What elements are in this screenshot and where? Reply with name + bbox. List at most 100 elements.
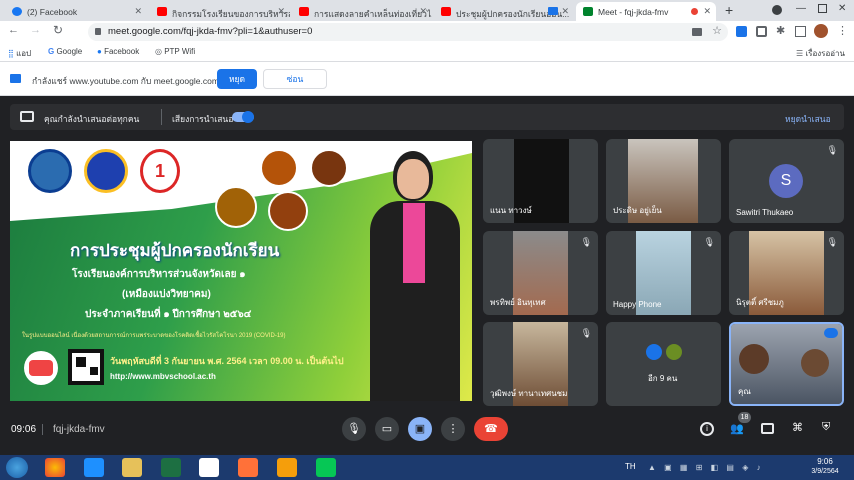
extension-icon-2[interactable] [756,26,767,37]
url-text: meet.google.com/fqj-jkda-fmv?pli=1&authu… [108,26,313,37]
bookmark-label: PTP Wifi [164,47,196,56]
present-button[interactable]: ▣ [408,417,432,441]
toolbar: ← → ↻ meet.google.com/fqj-jkda-fmv?pli=1… [0,21,854,43]
self-view-tile[interactable]: คุณ [729,322,844,406]
camera-in-use-icon[interactable] [692,28,702,36]
line-icon[interactable] [316,458,336,477]
reading-list[interactable]: ☰ เรื่องรออ่าน [796,47,845,60]
extension-icon[interactable] [736,26,747,37]
hide-button[interactable]: ซ่อน [263,69,327,89]
file-explorer-icon[interactable] [122,458,142,477]
close-icon[interactable]: ✕ [561,6,569,17]
participant-tile[interactable]: 🎙 พรทิพย์ อินทุเทศ [483,231,598,315]
bookmark-apps[interactable]: ⣿ แอป [8,47,31,60]
forward-icon[interactable]: → [30,24,41,36]
audio-toggle[interactable] [232,111,254,123]
teacher-image [365,151,465,401]
participant-tile[interactable]: แนน ทาวงษ์ [483,139,598,223]
activity-photo [268,191,308,231]
bookmark-label: เรื่องรออ่าน [805,49,846,58]
bookmarks-bar: ⣿ แอป G Google ● Facebook ◎ PTP Wifi ☰ เ… [0,43,854,62]
participant-tile[interactable]: 🎙 S Sawitri Thukaeo [729,139,844,223]
minimize-icon[interactable]: — [796,3,806,14]
tab-strip: (2) Facebook ✕ กิจกรรมโรงเรียนของการบริหา… [0,0,854,21]
close-icon[interactable]: ✕ [277,6,285,17]
divider [161,109,162,125]
participant-tile[interactable]: 🎙 นิรุตติ์ ศรีชมภู [729,231,844,315]
media-player-icon[interactable] [277,458,297,477]
puzzle-icon[interactable]: ✱ [776,24,785,37]
star-icon[interactable]: ☆ [712,24,722,37]
back-icon[interactable]: ← [8,24,19,36]
language-indicator[interactable]: TH [625,462,636,471]
menu-icon[interactable]: ⋮ [837,24,848,37]
bookmark-label: Facebook [104,47,140,56]
presentation-slide: 1 การประชุมผู้ปกครองนักเรียน โรงเรียนองค… [10,141,472,401]
internet-explorer-icon[interactable] [84,458,104,477]
slide-url: http://www.mbvschool.ac.th [110,372,216,381]
slide-line: ในรูปแบบออนไลน์ เนื่องด้วยสถานการณ์การแพ… [22,333,286,339]
meeting-code: fqj-jkda-fmv [42,424,105,435]
camera-button[interactable]: ▭ [375,417,399,441]
qr-code [68,349,104,385]
chrome-icon[interactable] [45,458,65,477]
more-options-button[interactable]: ⋮ [441,417,465,441]
presenting-text: คุณกำลังนำเสนอต่อทุกคน [44,114,140,124]
participant-name: พรทิพย์ อินทุเทศ [490,298,546,307]
chat-icon[interactable] [761,423,774,434]
info-icon[interactable]: i [700,422,714,436]
close-window-icon[interactable]: ✕ [838,3,846,14]
stop-sharing-button[interactable]: หยุด [217,69,257,89]
tab-youtube-2[interactable]: การแสดงลายคำเหล็นท่องเที่ยวไ... ✕ [292,2,432,21]
bookmark-ptp[interactable]: ◎ PTP Wifi [155,47,195,56]
clock-time: 9:06 [817,457,833,466]
bookmark-google[interactable]: G Google [48,47,82,56]
reload-icon[interactable]: ↻ [53,23,63,37]
clock-date: 3/9/2564 [811,468,839,475]
more-participants-tile[interactable]: อีก 9 คน [606,322,721,406]
stop-presenting-button[interactable]: หยุดนำเสนอ [785,112,831,126]
slide-line: โรงเรียนองค์การบริหารส่วนจังหวัดเลย ๑ [72,269,246,280]
tab-youtube-1[interactable]: กิจกรรมโรงเรียนของการบริหารส่... ✕ [150,2,290,21]
participant-name: แนน ทาวงษ์ [490,206,532,215]
participant-tile[interactable]: 🎙 วุฒิพงษ์ ทานาเทศนชม [483,322,598,406]
close-icon[interactable]: ✕ [134,6,142,17]
start-icon[interactable] [6,457,28,478]
participant-tile[interactable]: ประดิษ อยู่เย็น [606,139,721,223]
firefox-icon[interactable] [238,458,258,477]
avatar [644,342,664,362]
tab-meet[interactable]: Meet - fqj-jkda-fmv ✕ [576,2,716,21]
person [801,349,829,377]
tab-search-icon[interactable] [772,5,782,15]
activities-icon[interactable]: ⌘ [792,421,803,434]
mic-off-icon: 🎙 [703,237,715,247]
cast-icon [548,7,558,15]
leave-call-button[interactable]: ☎ [474,417,508,441]
slide-title: การประชุมผู้ปกครองนักเรียน [70,241,280,260]
media-icon[interactable] [795,26,806,37]
school-logo [28,149,72,193]
slide-line: (เหมืองแบ่งวิทยาคม) [122,289,211,300]
bookmark-facebook[interactable]: ● Facebook [97,47,139,56]
participant-name: นิรุตติ์ ศรีชมภู [736,298,784,307]
maximize-icon[interactable] [818,4,827,13]
host-controls-icon[interactable]: ⛨ [822,421,830,434]
recording-dot-icon [691,8,698,15]
excel-icon[interactable] [161,458,181,477]
tab-facebook[interactable]: (2) Facebook ✕ [5,2,147,21]
address-bar[interactable]: meet.google.com/fqj-jkda-fmv?pli=1&authu… [88,23,728,41]
close-icon[interactable]: ✕ [419,6,427,17]
tab-label: กิจกรรมโรงเรียนของการบริหารส่... [172,9,290,19]
mic-off-icon: 🎙 [580,328,592,338]
gmail-icon[interactable] [199,458,219,477]
tray-icons[interactable]: ▲ ▣ ▦ ⊞ ◧ ▤ ◈ ♪ [648,463,798,472]
youtube-icon [441,7,451,16]
new-tab-icon[interactable]: + [725,2,733,18]
people-icon[interactable]: 👥 [730,422,744,435]
tab-youtube-3[interactable]: ประชุมผู้ปกครองนักเรียนออน... ✕ [434,2,574,21]
participant-tile[interactable]: 🎙 Happy Phone [606,231,721,315]
close-icon[interactable]: ✕ [703,6,711,17]
avatar[interactable] [814,24,828,38]
youtube-icon [299,7,309,16]
microphone-button[interactable]: 🎙 [342,417,366,441]
